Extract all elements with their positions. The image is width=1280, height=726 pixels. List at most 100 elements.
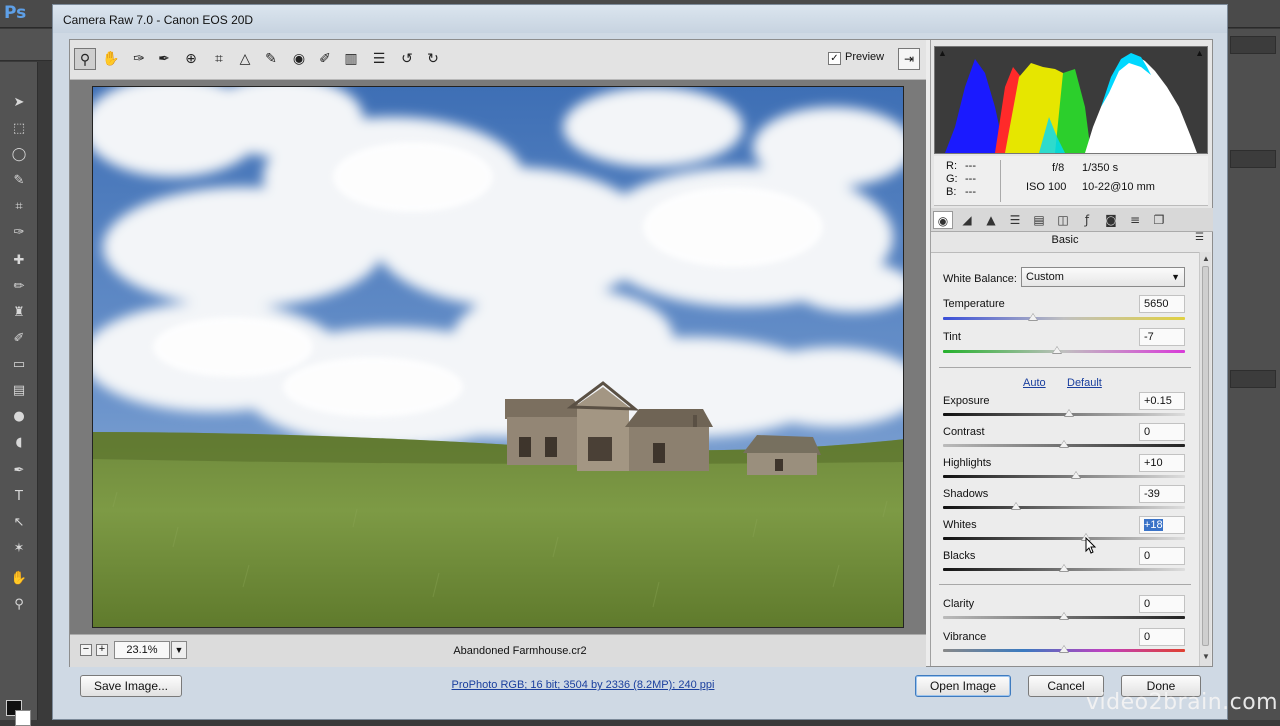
temperature-value-field[interactable]: 5650: [1139, 295, 1185, 313]
spot-removal-tool-icon[interactable]: ✎: [260, 48, 282, 70]
r-value: ---: [965, 160, 976, 172]
adjustment-brush-icon[interactable]: ✐: [314, 48, 336, 70]
preview-checkbox[interactable]: ✓: [828, 52, 841, 65]
tint-slider-handle[interactable]: [1051, 346, 1062, 354]
tab-split-toning-icon[interactable]: ▤: [1029, 211, 1049, 229]
image-status-bar: − + 23.1% ▼ Abandoned Farmhouse.cr2: [70, 634, 926, 667]
zoom-tool-icon[interactable]: ⚲: [9, 596, 29, 614]
highlight-clipping-warning-icon[interactable]: ▲: [1195, 48, 1204, 58]
chevron-down-icon: ▼: [1171, 272, 1180, 282]
whites-value-field[interactable]: +18: [1139, 516, 1185, 534]
tab-snapshots-icon[interactable]: ❐: [1149, 211, 1169, 229]
pen-tool-icon[interactable]: ✒: [9, 462, 29, 480]
temperature-slider-handle[interactable]: [1027, 313, 1038, 321]
vibrance-slider-handle[interactable]: [1059, 645, 1069, 653]
save-image-button[interactable]: Save Image...: [80, 675, 182, 697]
type-tool-icon[interactable]: T: [9, 488, 29, 506]
history-brush-tool-icon[interactable]: ✐: [9, 330, 29, 348]
shadows-slider-handle[interactable]: [1010, 502, 1021, 510]
brush-tool-icon[interactable]: ✏: [9, 278, 29, 296]
panel-scrollbar[interactable]: ▲ ▼: [1199, 252, 1211, 666]
vibrance-value-field[interactable]: 0: [1139, 628, 1185, 646]
tab-lens-corrections-icon[interactable]: ◫: [1053, 211, 1073, 229]
dodge-tool-icon[interactable]: ◖: [9, 434, 29, 452]
shadows-value-field[interactable]: -39: [1139, 485, 1185, 503]
camera-raw-toolbar: ⚲ ✋ ✑ ✒ ⊕ ⌗ △ ✎ ◉ ✐ ▥ ☰ ↺ ↻ ✓ Preview ⇥: [70, 40, 926, 80]
zoom-level-field[interactable]: 23.1%: [114, 641, 170, 659]
targeted-adjustment-tool-icon[interactable]: ⊕: [180, 48, 202, 70]
zoom-tool-icon[interactable]: ⚲: [74, 48, 96, 70]
whites-slider[interactable]: [943, 537, 1185, 540]
blacks-value-field[interactable]: 0: [1139, 547, 1185, 565]
contrast-value-field[interactable]: 0: [1139, 423, 1185, 441]
blur-tool-icon[interactable]: ●: [9, 408, 29, 426]
highlights-slider[interactable]: [943, 475, 1185, 478]
red-eye-tool-icon[interactable]: ◉: [288, 48, 310, 70]
open-image-button[interactable]: Open Image: [915, 675, 1011, 697]
hand-tool-icon[interactable]: ✋: [9, 570, 29, 588]
tint-slider[interactable]: [943, 350, 1185, 353]
rotate-left-icon[interactable]: ↺: [396, 48, 418, 70]
tab-hsl-icon[interactable]: ☰: [1005, 211, 1025, 229]
scrollbar-thumb[interactable]: [1202, 266, 1209, 646]
tab-detail-icon[interactable]: ▲: [981, 211, 1001, 229]
white-balance-select[interactable]: Custom ▼: [1021, 267, 1185, 287]
workflow-options-link[interactable]: ProPhoto RGB; 16 bit; 3504 by 2336 (8.2M…: [353, 679, 813, 691]
tab-basic-aperture-icon[interactable]: ◉: [933, 211, 953, 229]
white-balance-tool-icon[interactable]: ✑: [128, 48, 150, 70]
clarity-label: Clarity: [943, 598, 975, 610]
shape-tool-icon[interactable]: ✶: [9, 540, 29, 558]
lasso-tool-icon[interactable]: ◯: [9, 146, 29, 164]
move-tool-icon[interactable]: ➤: [9, 94, 29, 112]
gradient-tool-icon[interactable]: ▤: [9, 382, 29, 400]
clarity-slider-handle[interactable]: [1059, 612, 1069, 620]
zoom-in-button[interactable]: +: [96, 644, 108, 656]
default-link[interactable]: Default: [1067, 377, 1102, 389]
tint-value-field[interactable]: -7: [1139, 328, 1185, 346]
scroll-down-icon[interactable]: ▼: [1201, 652, 1211, 661]
highlights-slider-handle[interactable]: [1071, 471, 1082, 479]
marquee-tool-icon[interactable]: ⬚: [9, 120, 29, 138]
straighten-tool-icon[interactable]: △: [234, 48, 256, 70]
auto-link[interactable]: Auto: [1023, 377, 1046, 389]
image-preview-area: [70, 80, 926, 634]
dialog-titlebar: Camera Raw 7.0 - Canon EOS 20D: [53, 5, 1227, 33]
temperature-slider[interactable]: [943, 317, 1185, 320]
ps-panel-bar: [1230, 370, 1276, 388]
contrast-slider-handle[interactable]: [1059, 440, 1069, 448]
preferences-icon[interactable]: ☰: [368, 48, 390, 70]
eraser-tool-icon[interactable]: ▭: [9, 356, 29, 374]
shadow-clipping-warning-icon[interactable]: ▲: [938, 48, 947, 58]
healing-tool-icon[interactable]: ✚: [9, 252, 29, 270]
tab-tone-curve-icon[interactable]: ◢: [957, 211, 977, 229]
shadows-slider[interactable]: [943, 506, 1185, 509]
exposure-slider-handle[interactable]: [1063, 409, 1074, 417]
tab-presets-icon[interactable]: ≡: [1125, 211, 1145, 229]
photoshop-toolbox: ➤ ⬚ ◯ ✎ ⌗ ✑ ✚ ✏ ♜ ✐ ▭ ▤ ● ◖ ✒ T ↖ ✶ ✋ ⚲: [0, 62, 38, 726]
zoom-dropdown-chevron-down-icon[interactable]: ▼: [171, 641, 187, 659]
tab-effects-fx-icon[interactable]: ƒ: [1077, 211, 1097, 229]
panel-menu-icon[interactable]: ☰: [1195, 232, 1204, 243]
rotate-right-icon[interactable]: ↻: [422, 48, 444, 70]
blacks-slider-handle[interactable]: [1059, 564, 1069, 572]
hand-tool-icon[interactable]: ✋: [100, 48, 122, 70]
background-color-swatch[interactable]: [15, 710, 31, 726]
crop-tool-icon[interactable]: ⌗: [208, 48, 230, 70]
path-select-tool-icon[interactable]: ↖: [9, 514, 29, 532]
tab-camera-calibration-icon[interactable]: ◙: [1101, 211, 1121, 229]
r-label: R:: [946, 160, 957, 172]
zoom-out-button[interactable]: −: [80, 644, 92, 656]
graduated-filter-icon[interactable]: ▥: [340, 48, 362, 70]
crop-tool-icon[interactable]: ⌗: [9, 198, 29, 216]
highlights-value-field[interactable]: +10: [1139, 454, 1185, 472]
color-sampler-tool-icon[interactable]: ✒: [153, 48, 175, 70]
fullscreen-toggle-icon[interactable]: ⇥: [898, 48, 920, 70]
quick-select-tool-icon[interactable]: ✎: [9, 172, 29, 190]
exposure-value-field[interactable]: +0.15: [1139, 392, 1185, 410]
lens-value: 10-22@10 mm: [1082, 181, 1155, 193]
photo-preview[interactable]: [92, 86, 904, 628]
stamp-tool-icon[interactable]: ♜: [9, 304, 29, 322]
eyedropper-tool-icon[interactable]: ✑: [9, 224, 29, 242]
clarity-value-field[interactable]: 0: [1139, 595, 1185, 613]
scroll-up-icon[interactable]: ▲: [1201, 254, 1211, 263]
